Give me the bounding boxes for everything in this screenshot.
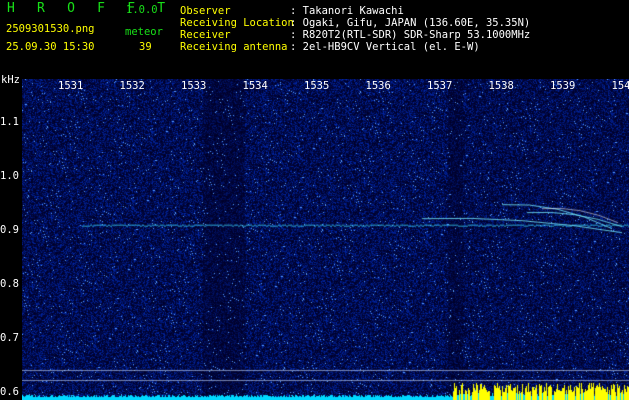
y-tick-label: 0.7 xyxy=(0,331,19,344)
info-value-observer: : Takanori Kawachi xyxy=(290,5,404,17)
meteor-count: 39 xyxy=(139,41,152,53)
info-value-receiver: : R820T2(RTL-SDR) SDR-Sharp 53.1000MHz xyxy=(290,29,531,41)
info-label-antenna: Receiving antenna xyxy=(180,41,288,53)
info-label-location: Receiving Location xyxy=(180,17,294,29)
x-tick-label: 1534 xyxy=(242,80,268,92)
y-tick-label: 1.0 xyxy=(0,170,19,183)
info-value-antenna: : 2el-HB9CV Vertical (el. E-W) xyxy=(290,41,480,53)
x-tick-label: 1535 xyxy=(304,80,330,92)
spectrogram xyxy=(22,79,629,400)
info-label-observer: Observer xyxy=(180,5,231,17)
x-tick-label: 1536 xyxy=(365,80,391,92)
info-label-receiver: Receiver xyxy=(180,29,231,41)
y-tick-label: 0.9 xyxy=(0,224,19,237)
y-axis-unit: kHz xyxy=(1,74,20,86)
y-tick-label: 0.8 xyxy=(0,278,19,290)
x-tick-label: 1533 xyxy=(181,80,207,92)
x-tick-label: 1532 xyxy=(119,80,145,92)
info-value-location: : Ogaki, Gifu, JAPAN (136.60E, 35.35N) xyxy=(290,17,531,29)
x-tick-label: 1537 xyxy=(427,80,453,92)
x-tick-label: 1538 xyxy=(488,80,514,92)
spectrogram-canvas xyxy=(22,79,629,400)
image-filename: 2509301530.png xyxy=(6,23,95,35)
x-tick-label: 1540 xyxy=(611,80,629,92)
meteor-label: meteor xyxy=(125,26,163,38)
y-tick-label: 0.6 xyxy=(0,385,19,398)
y-tick-label: 1.1 xyxy=(0,116,19,129)
x-tick-label: 1531 xyxy=(58,80,84,92)
datetime: 25.09.30 15:30 xyxy=(6,41,95,53)
x-tick-label: 1539 xyxy=(550,80,576,92)
app-version: 1.0.0 xyxy=(126,4,158,16)
